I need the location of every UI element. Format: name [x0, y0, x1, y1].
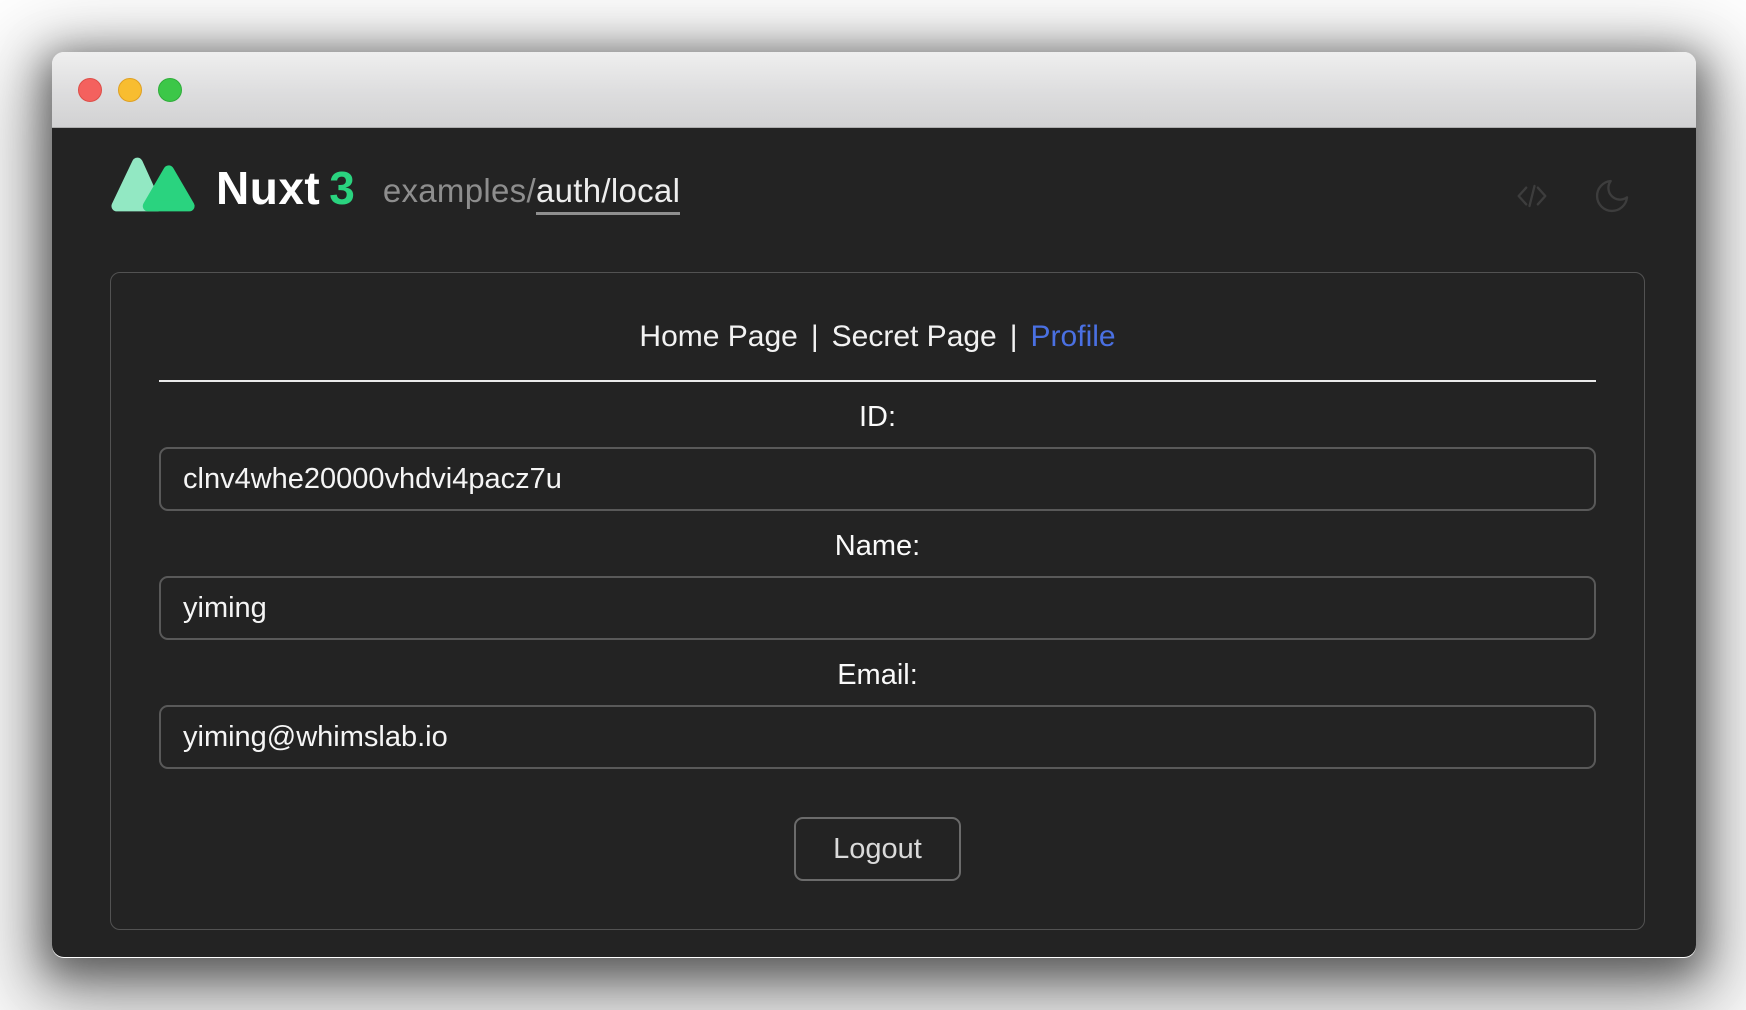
nav-link-home[interactable]: Home Page	[639, 320, 797, 353]
brand-version: 3	[329, 161, 355, 215]
nuxt-logo-link[interactable]: Nuxt 3	[110, 154, 355, 222]
traffic-lights	[78, 78, 198, 102]
logout-button[interactable]: Logout	[794, 817, 961, 881]
app-header: Nuxt 3 examples/auth/local	[52, 128, 1696, 222]
name-field-group: Name:	[159, 528, 1596, 640]
breadcrumb: examples/auth/local	[383, 172, 680, 210]
nav-link-secret[interactable]: Secret Page	[832, 320, 997, 353]
email-label: Email:	[159, 657, 1596, 693]
divider	[159, 380, 1596, 382]
header-actions	[1512, 176, 1632, 216]
moon-icon[interactable]	[1592, 176, 1632, 216]
id-label: ID:	[159, 399, 1596, 435]
page-nav: Home Page | Secret Page | Profile	[159, 319, 1596, 355]
breadcrumb-current-link[interactable]: auth/local	[536, 172, 680, 215]
id-field-group: ID:	[159, 399, 1596, 511]
nuxt-logo-icon	[110, 154, 200, 222]
nav-link-profile[interactable]: Profile	[1031, 320, 1116, 353]
window-titlebar	[52, 52, 1696, 128]
minimize-button[interactable]	[118, 78, 142, 102]
browser-window: Nuxt 3 examples/auth/local	[52, 52, 1696, 958]
breadcrumb-prefix: examples/	[383, 172, 536, 209]
logout-button-row: Logout	[159, 817, 1596, 881]
profile-card: Home Page|Secret Page|Profile ID: Name: …	[110, 272, 1645, 930]
zoom-button[interactable]	[158, 78, 182, 102]
name-label: Name:	[159, 528, 1596, 564]
code-icon[interactable]	[1512, 176, 1552, 216]
email-input[interactable]	[159, 705, 1596, 769]
name-input[interactable]	[159, 576, 1596, 640]
close-button[interactable]	[78, 78, 102, 102]
brand-name: Nuxt	[216, 161, 320, 215]
app-content: Nuxt 3 examples/auth/local	[52, 128, 1696, 957]
nav-separator: |	[1010, 320, 1018, 353]
id-input[interactable]	[159, 447, 1596, 511]
nav-separator: |	[811, 320, 819, 353]
email-field-group: Email:	[159, 657, 1596, 769]
